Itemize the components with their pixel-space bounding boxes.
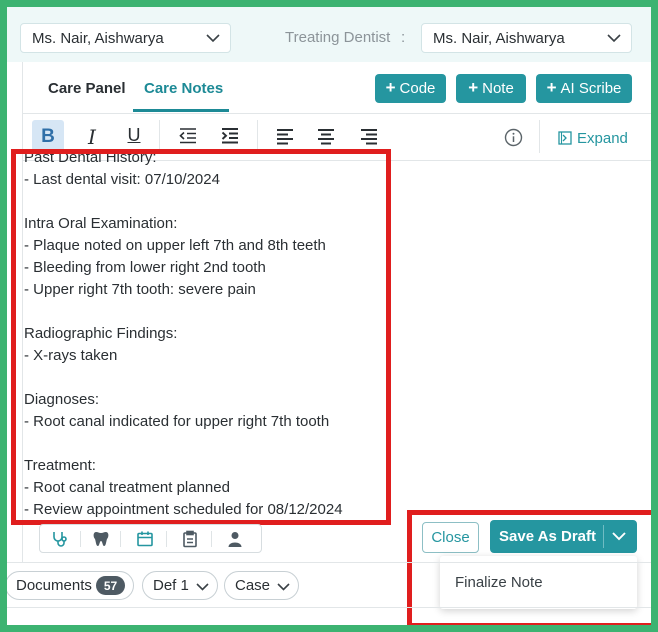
clipboard-icon[interactable] bbox=[181, 530, 199, 548]
documents-label: Documents bbox=[16, 577, 92, 594]
add-note-label: Note bbox=[482, 80, 514, 97]
def-dropdown[interactable]: Def 1 bbox=[142, 571, 218, 600]
treating-dentist-value: Ms. Nair, Aishwarya bbox=[433, 30, 565, 47]
stethoscope-icon[interactable] bbox=[51, 530, 69, 548]
treating-dentist-select[interactable]: Ms. Nair, Aishwarya bbox=[421, 23, 632, 53]
add-note-button[interactable]: + Note bbox=[456, 74, 526, 103]
documents-count-badge: 57 bbox=[96, 576, 125, 595]
person-icon[interactable] bbox=[226, 530, 244, 548]
info-icon[interactable] bbox=[504, 128, 523, 147]
ai-scribe-button[interactable]: + AI Scribe bbox=[536, 74, 632, 103]
chevron-down-icon bbox=[277, 583, 290, 591]
chevron-down-icon bbox=[196, 583, 209, 591]
chevron-down-icon bbox=[607, 34, 621, 43]
bottom-divider bbox=[7, 562, 651, 563]
care-notes-window: Ms. Nair, Aishwarya Treating Dentist : M… bbox=[7, 7, 651, 625]
case-dropdown[interactable]: Case bbox=[224, 571, 299, 600]
treating-dentist-label: Treating Dentist bbox=[285, 29, 391, 46]
expand-icon bbox=[558, 131, 572, 145]
plus-icon: + bbox=[385, 78, 396, 97]
def-label: Def 1 bbox=[153, 577, 189, 594]
treating-dentist-colon: : bbox=[401, 29, 406, 46]
documents-chip[interactable]: Documents 57 bbox=[7, 571, 134, 600]
icon-separator bbox=[166, 531, 167, 547]
add-code-button[interactable]: + Code bbox=[375, 74, 446, 103]
bottom-border bbox=[7, 607, 651, 608]
tab-care-panel[interactable]: Care Panel bbox=[48, 80, 126, 97]
add-code-label: Code bbox=[399, 80, 436, 97]
active-tab-indicator bbox=[133, 109, 229, 112]
icon-separator bbox=[211, 531, 212, 547]
plus-icon: + bbox=[468, 78, 479, 97]
icon-separator bbox=[120, 531, 121, 547]
tab-care-notes[interactable]: Care Notes bbox=[144, 80, 223, 97]
quick-insert-bar bbox=[39, 524, 262, 553]
chevron-down-icon bbox=[206, 34, 220, 43]
patient-select-value: Ms. Nair, Aishwarya bbox=[32, 30, 164, 47]
ai-scribe-label: AI Scribe bbox=[560, 80, 622, 97]
expand-label: Expand bbox=[577, 130, 628, 147]
case-label: Case bbox=[235, 577, 271, 594]
highlight-box-notes bbox=[11, 149, 391, 525]
tooth-icon[interactable] bbox=[92, 530, 110, 548]
patient-select[interactable]: Ms. Nair, Aishwarya bbox=[20, 23, 231, 53]
plus-icon: + bbox=[546, 78, 557, 97]
toolbar-separator bbox=[539, 120, 540, 153]
toolbar-top-border bbox=[23, 113, 651, 114]
header-bar: Ms. Nair, Aishwarya Treating Dentist : M… bbox=[7, 7, 651, 62]
icon-separator bbox=[80, 531, 81, 547]
calendar-icon[interactable] bbox=[136, 530, 154, 548]
